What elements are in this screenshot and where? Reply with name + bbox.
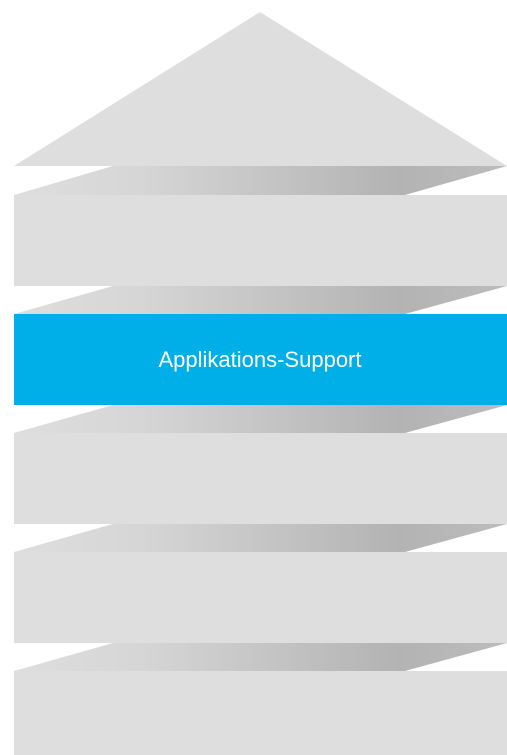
layer-3 <box>14 433 507 524</box>
layer-4 <box>14 552 507 643</box>
roof-triangle <box>14 12 507 166</box>
layer-4-band <box>14 552 507 643</box>
layer-stack-diagram: Applikations-Support <box>14 12 507 755</box>
layer-2-label: Applikations-Support <box>158 347 361 372</box>
connector-5 <box>14 643 507 671</box>
connector-1 <box>14 166 507 195</box>
layer-1-band <box>14 195 507 286</box>
connector-2 <box>14 286 507 314</box>
layer-1 <box>14 195 507 286</box>
layer-5 <box>14 671 507 755</box>
layer-5-band <box>14 671 507 755</box>
layer-3-band <box>14 433 507 524</box>
layer-2: Applikations-Support <box>14 314 507 405</box>
connector-4 <box>14 524 507 552</box>
connector-3 <box>14 405 507 433</box>
